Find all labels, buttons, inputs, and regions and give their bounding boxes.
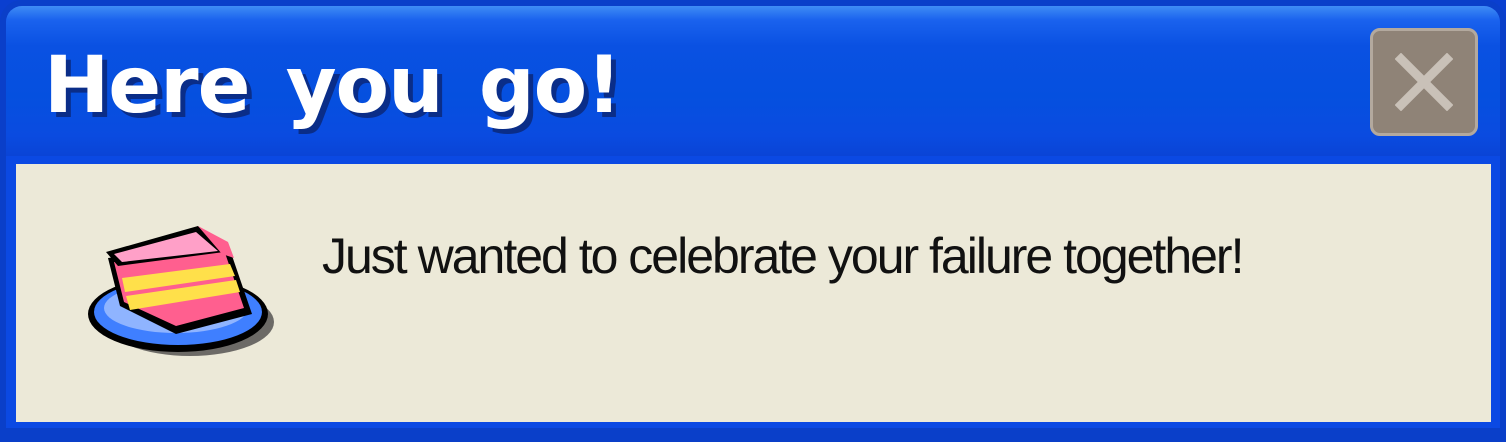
title-bar[interactable]: Here you go!	[6, 6, 1500, 156]
dialog-message: Just wanted to celebrate your failure to…	[322, 228, 1244, 284]
cake-icon	[88, 226, 274, 356]
dialog-title: Here you go!	[44, 41, 622, 131]
close-button[interactable]	[1370, 28, 1478, 136]
close-icon	[1395, 53, 1453, 111]
dialog-body: Just wanted to celebrate your failure to…	[16, 164, 1491, 422]
dialog-window: Here you go! Just wanted to celebrate yo…	[0, 0, 1506, 442]
